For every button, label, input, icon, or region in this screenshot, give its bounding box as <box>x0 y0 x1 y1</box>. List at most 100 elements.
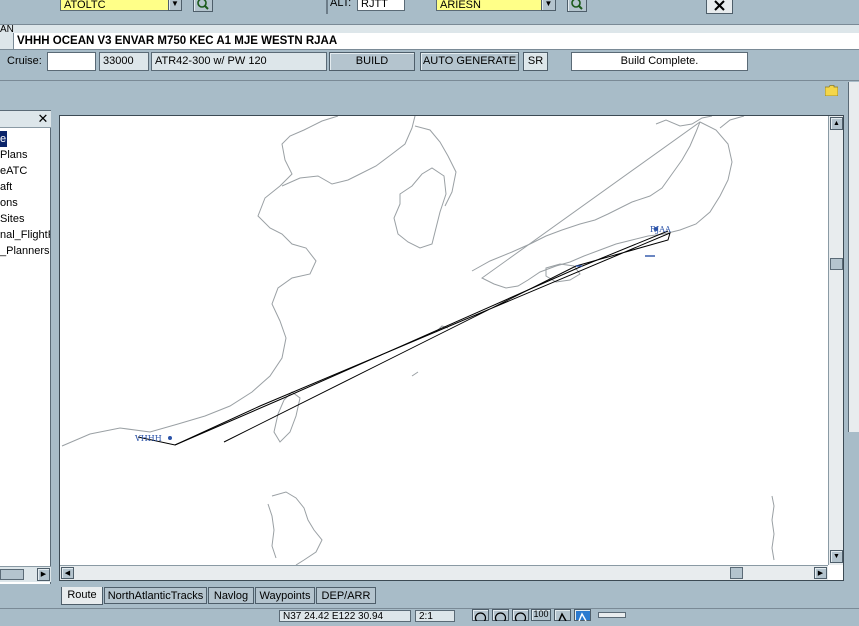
coordinates-value: N37 24.42 E122 30.94 <box>283 611 384 622</box>
cruise-speed-field[interactable] <box>47 52 96 71</box>
zoom-fit-button[interactable] <box>512 609 529 624</box>
close-icon: ✕ <box>37 111 49 126</box>
alternate-combo-value: ARIESN <box>440 0 481 11</box>
alternate-airport-field[interactable]: RJTT <box>357 0 405 11</box>
arrow-down-icon: ▼ <box>833 553 840 560</box>
map-vertical-scrollbar[interactable]: ▲ ▼ <box>828 116 843 565</box>
sr-button[interactable]: SR <box>523 52 548 71</box>
scrollbar-thumb[interactable] <box>830 258 843 270</box>
scrollbar-thumb[interactable] <box>0 569 24 580</box>
select-icon <box>578 612 587 622</box>
tab-north-atlantic-tracks[interactable]: NorthAtlanticTracks <box>104 587 207 604</box>
sidebar-item-label: e <box>0 133 7 145</box>
tab-label: Navlog <box>213 590 249 602</box>
sidebar-item[interactable]: aft <box>0 179 50 195</box>
scrollbar-thumb[interactable] <box>730 567 743 579</box>
tab-route[interactable]: Route <box>61 587 103 605</box>
coordinates-readout: N37 24.42 E122 30.94 <box>279 610 411 622</box>
sidebar-item[interactable]: _Planners <box>0 243 50 259</box>
zoom-fit-icon <box>514 612 527 624</box>
arrow-right-icon: ▶ <box>817 570 824 577</box>
zoom-value: 2:1 <box>419 611 433 622</box>
sidebar-item[interactable]: nal_FlightF <box>0 227 50 243</box>
sidebar-item-label: _Planners <box>0 245 50 257</box>
departure-search-button[interactable] <box>193 0 213 12</box>
magnifier-icon <box>197 0 209 10</box>
folder-icon[interactable] <box>824 85 839 97</box>
scroll-right-button[interactable]: ▶ <box>814 567 827 579</box>
sidebar-item[interactable]: ons <box>0 195 50 211</box>
cruise-altitude-value: 33000 <box>103 55 134 67</box>
zoom-out-button[interactable] <box>492 609 509 624</box>
alternate-airport-value: RJTT <box>361 0 388 10</box>
sidebar-item[interactable]: e <box>0 131 7 147</box>
route-string: VHHH OCEAN V3 ENVAR M750 KEC A1 MJE WEST… <box>17 35 338 47</box>
build-button[interactable]: BUILD <box>329 52 415 71</box>
sidebar-item-label: nal_FlightF <box>0 229 50 241</box>
zoom-in-icon <box>474 612 487 624</box>
auto-generate-button-label: AUTO GENERATE <box>422 55 517 67</box>
status-bar-field <box>598 612 626 618</box>
aircraft-field[interactable]: ATR42-300 w/ PW 120 <box>151 52 327 71</box>
aircraft-value: ATR42-300 w/ PW 120 <box>155 55 267 67</box>
tab-label: Waypoints <box>259 590 311 602</box>
select-tool-button[interactable] <box>574 609 591 622</box>
arrow-up-icon: ▲ <box>833 120 840 127</box>
arrow-right-icon: ▶ <box>40 571 47 578</box>
tab-label: NorthAtlanticTracks <box>107 590 204 602</box>
top-separator <box>326 0 328 14</box>
map-canvas[interactable]: VHHH RJAA <box>60 116 829 565</box>
magnifier-icon <box>571 0 583 10</box>
route-input[interactable]: VHHH OCEAN V3 ENVAR M750 KEC A1 MJE WEST… <box>13 33 859 49</box>
tab-label: Route <box>67 589 97 601</box>
alternate-combo-dropdown-button[interactable]: ▼ <box>541 0 556 11</box>
scroll-down-button[interactable]: ▼ <box>830 550 843 563</box>
pan-icon <box>558 612 567 622</box>
tab-navlog[interactable]: Navlog <box>208 587 254 604</box>
alt-label: ALT: <box>330 0 352 9</box>
scroll-left-button[interactable]: ◀ <box>61 567 74 579</box>
map-horizontal-scrollbar[interactable]: ◀ ▶ <box>60 565 828 580</box>
close-icon <box>714 0 725 11</box>
close-button[interactable] <box>706 0 733 14</box>
zoom-100-button[interactable]: 100 <box>531 609 551 621</box>
zoom-in-button[interactable] <box>472 609 489 624</box>
sidebar-list: e Plans eATC aft ons Sites nal_FlightF _… <box>0 131 50 261</box>
status-field: Build Complete. <box>571 52 748 71</box>
sidebar-item[interactable]: eATC <box>0 163 50 179</box>
route-lines <box>137 230 671 446</box>
route-label: AN <box>0 24 14 35</box>
right-edge-panel <box>848 82 859 432</box>
tab-waypoints[interactable]: Waypoints <box>255 587 315 604</box>
auto-generate-button[interactable]: AUTO GENERATE <box>420 52 519 71</box>
arrow-left-icon: ◀ <box>64 570 71 577</box>
coastlines <box>61 116 775 565</box>
sidebar-item-label: Sites <box>0 213 25 225</box>
tab-label: DEP/ARR <box>321 590 371 602</box>
cruise-label: Cruise: <box>7 55 42 67</box>
departure-airport-label: VHHH <box>134 434 162 443</box>
tab-dep-arr[interactable]: DEP/ARR <box>316 587 376 604</box>
departure-combo-dropdown-button[interactable]: ▼ <box>168 0 182 11</box>
sidebar-item-label: eATC <box>0 165 28 177</box>
alternate-search-button[interactable] <box>567 0 587 12</box>
scroll-right-button[interactable]: ▶ <box>37 568 50 581</box>
zoom-readout: 2:1 <box>415 610 455 622</box>
route-waypoints <box>168 227 658 440</box>
departure-combo[interactable]: ATOLTC <box>60 0 182 11</box>
pan-tool-button[interactable] <box>554 609 571 622</box>
chevron-down-icon: ▼ <box>171 0 179 8</box>
build-button-label: BUILD <box>355 55 389 67</box>
sidebar-close-button[interactable]: ✕ <box>36 111 50 126</box>
sidebar-horizontal-scrollbar[interactable]: ▶ <box>0 566 51 582</box>
cruise-altitude-field[interactable]: 33000 <box>99 52 149 71</box>
arrival-airport-label: RJAA <box>650 225 671 234</box>
sidebar-item[interactable]: Sites <box>0 211 50 227</box>
sidebar-item-label: aft <box>0 181 13 193</box>
alternate-combo[interactable]: ARIESN <box>436 0 556 11</box>
sidebar-item[interactable]: Plans <box>0 147 50 163</box>
chevron-down-icon: ▼ <box>544 0 553 8</box>
scroll-up-button[interactable]: ▲ <box>830 117 843 130</box>
zoom-out-icon <box>494 612 507 624</box>
sidebar-item-label: ons <box>0 197 18 209</box>
